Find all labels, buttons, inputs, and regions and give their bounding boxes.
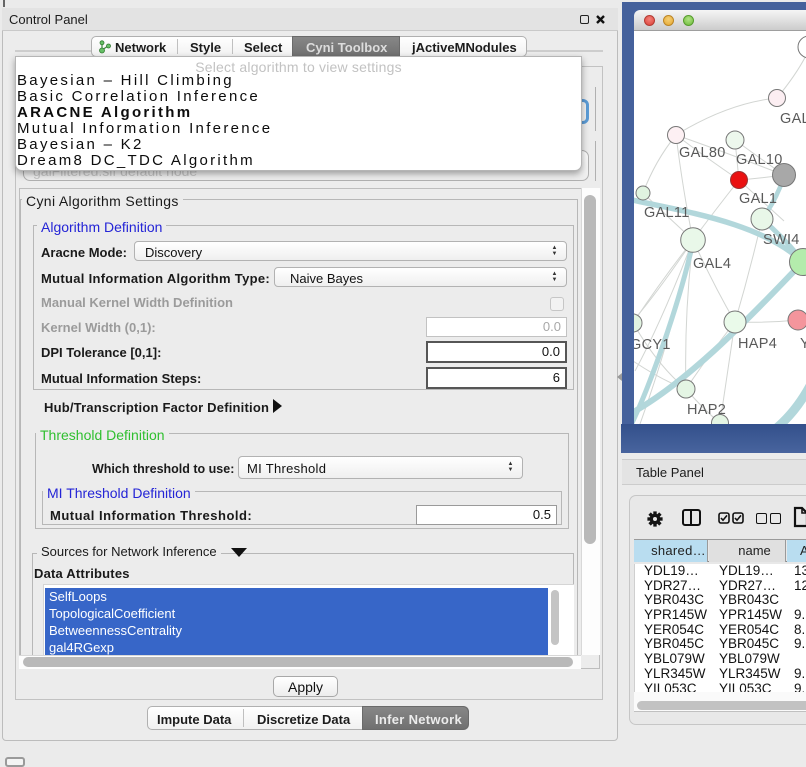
svg-text:GAL4: GAL4 [693, 256, 731, 272]
svg-text:GAL80: GAL80 [679, 145, 726, 161]
svg-text:GAL1: GAL1 [739, 191, 777, 207]
svg-text:GAL7: GAL7 [780, 111, 806, 127]
svg-text:GCY1: GCY1 [634, 337, 671, 353]
svg-text:HAP4: HAP4 [738, 336, 777, 352]
svg-text:HAP2: HAP2 [687, 402, 726, 418]
svg-text:Y: Y [800, 336, 806, 352]
svg-text:SWI4: SWI4 [763, 232, 800, 248]
svg-text:GAL11: GAL11 [644, 205, 690, 221]
svg-text:GAL10: GAL10 [736, 152, 783, 168]
